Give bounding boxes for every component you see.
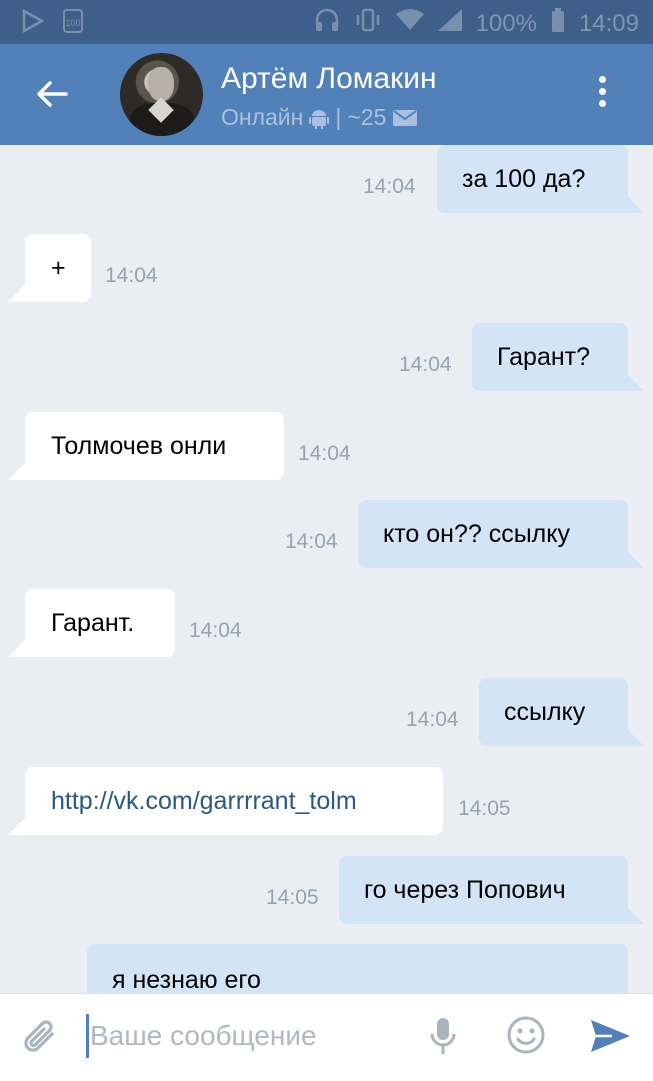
message-text: я незнаю его [87, 944, 628, 993]
message-text: за 100 да? [437, 145, 628, 213]
send-button[interactable] [588, 1016, 632, 1056]
paperclip-icon [24, 1020, 54, 1052]
message-time: 14:05 [458, 797, 511, 820]
message-text: Гарант? [472, 323, 628, 391]
message-link[interactable]: http://vk.com/garrrrant_tolm [51, 787, 357, 815]
microphone-icon [430, 1018, 456, 1054]
message-incoming[interactable]: Толмочев онли 14:04 [0, 412, 653, 480]
back-button[interactable] [30, 72, 74, 116]
message-incoming[interactable]: Гарант. 14:04 [0, 589, 653, 657]
message-time: 14:04 [399, 353, 452, 376]
message-time: 14:04 [285, 530, 338, 553]
message-time: 14:04 [105, 264, 158, 287]
message-outgoing[interactable]: я незнаю его [0, 944, 653, 993]
vibrate-icon [354, 8, 382, 39]
message-time: 14:05 [266, 886, 319, 909]
chat-header: Артём Ломакин Онлайн | ~25 [0, 44, 653, 145]
message-outgoing[interactable]: за 100 да? 14:04 [0, 145, 653, 213]
message-time: 14:04 [406, 708, 459, 731]
more-vertical-icon [590, 76, 614, 107]
message-outgoing[interactable]: го через Попович 14:05 [0, 856, 653, 924]
notification-icon: 100 [62, 8, 84, 41]
play-icon [22, 8, 45, 40]
message-text: Гарант. [25, 589, 175, 657]
status-bar: 100 100% 14:09 [0, 0, 653, 44]
message-text: Толмочев онли [25, 412, 284, 480]
more-menu-button[interactable] [590, 76, 614, 116]
message-incoming[interactable]: + 14:04 [0, 234, 653, 302]
message-outgoing[interactable]: ссылку 14:04 [0, 678, 653, 746]
clock: 14:09 [578, 9, 639, 37]
message-text: + [25, 234, 91, 302]
text-cursor [86, 1014, 89, 1058]
contact-name[interactable]: Артём Ломакин [221, 62, 437, 96]
signal-icon [437, 9, 462, 38]
message-text: го через Попович [339, 856, 628, 924]
battery-icon [551, 8, 565, 39]
avatar[interactable] [120, 53, 203, 136]
message-text: ссылку [479, 678, 628, 746]
status-separator: | [335, 104, 342, 130]
wifi-icon [395, 9, 424, 38]
headset-icon [314, 8, 340, 39]
message-outgoing[interactable]: кто он?? ссылку 14:04 [0, 500, 653, 568]
message-input[interactable] [90, 1012, 410, 1060]
smiley-icon [507, 1016, 545, 1054]
envelope-icon [393, 109, 418, 126]
attach-button[interactable] [22, 1018, 60, 1058]
contact-status: Онлайн | ~25 [221, 104, 418, 131]
battery-percent: 100% [475, 9, 537, 37]
message-time: 14:04 [189, 619, 242, 642]
svg-text:100: 100 [65, 18, 80, 28]
online-status: Онлайн [221, 104, 304, 130]
status-count: ~25 [347, 104, 387, 130]
voice-message-button[interactable] [428, 1014, 458, 1060]
message-time: 14:04 [298, 442, 351, 465]
message-incoming[interactable]: http://vk.com/garrrrant_tolm 14:05 [0, 767, 653, 835]
message-outgoing[interactable]: Гарант? 14:04 [0, 323, 653, 391]
android-icon [309, 109, 330, 129]
send-icon [591, 1020, 630, 1052]
message-time: 14:04 [363, 175, 416, 198]
message-text: кто он?? ссылку [358, 500, 628, 568]
emoji-button[interactable] [505, 1014, 547, 1056]
message-composer [0, 993, 653, 1081]
arrow-left-icon [37, 81, 68, 107]
